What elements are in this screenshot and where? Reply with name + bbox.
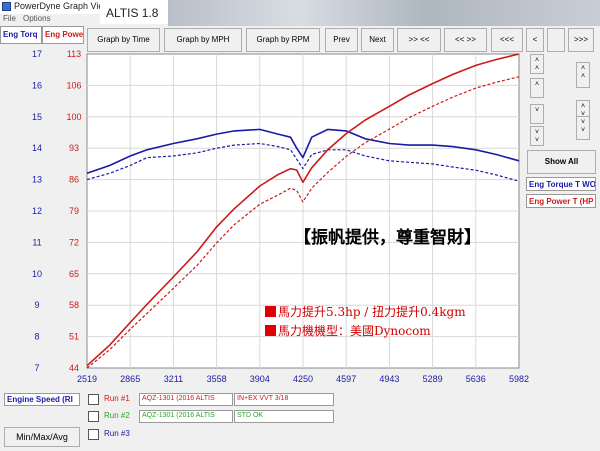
legend-power[interactable]: Eng Power T (HP [526, 194, 596, 208]
rpm-tick-label: 4250 [293, 374, 313, 384]
power-scale-down-icon[interactable]: ˅ ˅ [576, 116, 590, 140]
power-tick-label: 106 [66, 80, 81, 90]
xaxis-selector[interactable]: Engine Speed (RI [4, 393, 80, 406]
torque-dashed-series-line [86, 142, 520, 182]
torque-ticks: 17 16 15 14 13 12 11 10 9 8 7 [32, 49, 42, 373]
watermark-text: 【振帆提供，尊重智財】 [294, 227, 481, 248]
run2-note: STD OK [234, 410, 334, 423]
rpm-tick-label: 2865 [120, 374, 140, 384]
annotation-line-1: 馬力提升5.3hp / 扭力提升0.4kgm [278, 304, 466, 319]
power-tick-label: 51 [69, 332, 79, 342]
run1-name: AQZ-1301 (2016 ALTIS [139, 393, 233, 406]
torque-scale-up-icon[interactable]: ˄ ˄ [530, 54, 544, 74]
rpm-tick-label: 4597 [336, 374, 356, 384]
run2-name: AQZ-1301 (2016 ALTIS [139, 410, 233, 423]
app-icon [2, 2, 11, 11]
scroll-right-button[interactable] [547, 28, 565, 52]
torque-tick-label: 10 [32, 269, 42, 279]
rpm-tick-label: 3904 [250, 374, 270, 384]
chart-series [86, 53, 520, 369]
power-tick-label: 100 [66, 112, 81, 122]
menu-options[interactable]: Options [23, 14, 51, 23]
menu-file[interactable]: File [3, 14, 16, 23]
app-window: PowerDyne Graph Viewer File Options ALTI… [0, 0, 600, 451]
power-tick-label: 65 [69, 269, 79, 279]
rpm-tick-label: 5289 [423, 374, 443, 384]
graph-by-mph-button[interactable]: Graph by MPH [164, 28, 242, 52]
rpm-tick-label: 3211 [164, 374, 183, 384]
rpm-tick-label: 5636 [466, 374, 486, 384]
overlay-title: ALTIS 1.8 [100, 0, 168, 24]
power-tick-label: 86 [69, 175, 79, 185]
zoom-in-button[interactable]: >> << [397, 28, 441, 52]
legend-torque[interactable]: Eng Torque T WO [526, 177, 596, 191]
prev-button[interactable]: Prev [325, 28, 358, 52]
rpm-tick-label: 2519 [77, 374, 97, 384]
torque-tick-label: 9 [34, 300, 39, 310]
power-solid-series-line [86, 53, 520, 367]
power-tick-label: 93 [69, 143, 79, 153]
run2-checkbox[interactable] [88, 411, 99, 422]
torque-tick-label: 16 [32, 80, 42, 90]
power-scale-up-icon[interactable]: ˄ ˄ [576, 62, 590, 88]
rpm-tick-label: 3558 [207, 374, 227, 384]
torque-tick-label: 7 [34, 363, 39, 373]
rpm-tick-label: 5982 [509, 374, 529, 384]
graph-by-time-button[interactable]: Graph by Time [87, 28, 160, 52]
torque-tick-label: 13 [32, 175, 42, 185]
graph-by-rpm-button[interactable]: Graph by RPM [246, 28, 320, 52]
rpm-ticks: 2519 2865 3211 3558 3904 4250 4597 4943 5289 5636… [77, 374, 529, 384]
power-tick-label: 44 [69, 363, 79, 373]
rpm-tick-label: 4943 [379, 374, 399, 384]
power-tick-label: 72 [69, 237, 79, 247]
annotation-marker-2 [265, 325, 276, 336]
power-tick-label: 58 [69, 300, 79, 310]
scroll-far-left-button[interactable]: <<< [491, 28, 523, 52]
torque-solid-series-line [86, 128, 520, 175]
torque-move-down-icon[interactable]: ˅ [530, 104, 544, 124]
run3-label: Run #3 [104, 429, 130, 438]
dyno-chart: 17 16 15 14 13 12 11 10 9 8 7 113 106 100 93 86 79 72 65 5… [32, 49, 529, 384]
power-ticks: 113 106 100 93 86 79 72 65 58 51 44 [66, 49, 81, 373]
blurred-header-area [168, 0, 600, 26]
scroll-far-right-button[interactable]: >>> [568, 28, 594, 52]
torque-tick-label: 11 [32, 237, 41, 247]
torque-scale-down-icon[interactable]: ˅ ˅ [530, 126, 544, 146]
annotation-line-2: 馬力機機型：美國Dynocom [278, 323, 431, 338]
power-dashed-series-line [86, 76, 520, 369]
grid [87, 54, 519, 368]
show-all-button[interactable]: Show All [527, 150, 596, 174]
annotation-marker-1 [265, 306, 276, 317]
run2-label: Run #2 [104, 411, 130, 420]
power-tick-label: 79 [69, 206, 79, 216]
power-tick-label: 113 [67, 49, 81, 59]
plot-area [86, 53, 520, 369]
torque-tick-label: 12 [32, 206, 42, 216]
min-max-avg-button[interactable]: Min/Max/Avg [4, 427, 80, 447]
next-button[interactable]: Next [361, 28, 394, 52]
torque-tick-label: 14 [32, 143, 42, 153]
zoom-out-button[interactable]: << >> [444, 28, 487, 52]
run3-checkbox[interactable] [88, 429, 99, 440]
torque-tick-label: 8 [34, 332, 39, 342]
run1-note: IN+EX VVT 3/18 [234, 393, 334, 406]
scroll-left-button[interactable]: < [526, 28, 544, 52]
torque-move-up-icon[interactable]: ˄ [530, 78, 544, 98]
run1-label: Run #1 [104, 394, 130, 403]
power-axis-header[interactable]: Eng Powe [42, 26, 84, 44]
torque-axis-header[interactable]: Eng Torq [0, 26, 42, 44]
torque-tick-label: 15 [32, 112, 42, 122]
run1-checkbox[interactable] [88, 394, 99, 405]
torque-tick-label: 17 [32, 49, 42, 59]
